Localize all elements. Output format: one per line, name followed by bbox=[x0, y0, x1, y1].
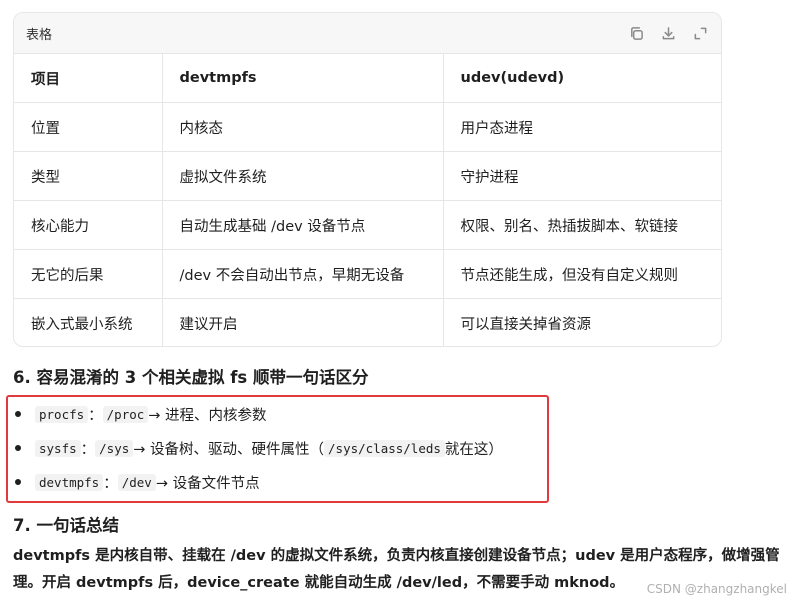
separator: ： bbox=[88, 407, 103, 424]
table-cell: 核心能力 bbox=[14, 200, 163, 250]
fs-list: procfs ： /proc → 进程、内核参数 sysfs ： /sys → … bbox=[13, 397, 503, 499]
column-header: devtmpfs bbox=[162, 54, 444, 103]
section-6-heading: 6. 容易混淆的 3 个相关虚拟 fs 顺带一句话区分 bbox=[13, 368, 369, 387]
column-header: udev(udevd) bbox=[443, 54, 721, 103]
bullet-icon bbox=[15, 445, 21, 451]
table-cell: 权限、别名、热插拔脚本、软链接 bbox=[443, 200, 721, 250]
item-description: → 设备树、驱动、硬件属性（ bbox=[133, 441, 325, 458]
item-description: 就在这） bbox=[444, 441, 503, 458]
table-card: 表格 项目 devtmpfs udev(udevd) 位置 内核态 用户态进程 … bbox=[13, 12, 722, 347]
table-row: 位置 内核态 用户态进程 bbox=[14, 102, 721, 152]
table-cell: 节点还能生成，但没有自定义规则 bbox=[443, 249, 721, 299]
list-item: sysfs ： /sys → 设备树、驱动、硬件属性（ /sys/class/l… bbox=[13, 431, 503, 465]
item-description: → 设备文件节点 bbox=[155, 475, 260, 492]
table-row: 核心能力 自动生成基础 /dev 设备节点 权限、别名、热插拔脚本、软链接 bbox=[14, 200, 721, 250]
expand-icon bbox=[694, 27, 706, 39]
table-cell: 类型 bbox=[14, 151, 163, 201]
section-7-heading: 7. 一句话总结 bbox=[13, 516, 119, 535]
list-item: procfs ： /proc → 进程、内核参数 bbox=[13, 397, 503, 431]
table-cell: 守护进程 bbox=[443, 151, 721, 201]
inline-code: /proc bbox=[102, 405, 149, 423]
column-header: 项目 bbox=[14, 54, 163, 103]
inline-code: sysfs bbox=[35, 439, 81, 457]
download-icon bbox=[662, 26, 674, 39]
download-button[interactable] bbox=[659, 24, 677, 42]
table-cell: 无它的后果 bbox=[14, 249, 163, 299]
copy-icon bbox=[630, 26, 643, 40]
data-table: 项目 devtmpfs udev(udevd) 位置 内核态 用户态进程 类型 … bbox=[14, 54, 721, 346]
expand-button[interactable] bbox=[691, 24, 709, 42]
table-cell: /dev 不会自动出节点，早期无设备 bbox=[162, 249, 444, 299]
table-cell: 位置 bbox=[14, 102, 163, 152]
table-row: 嵌入式最小系统 建议开启 可以直接关掉省资源 bbox=[14, 298, 721, 346]
table-cell: 虚拟文件系统 bbox=[162, 151, 444, 201]
table-header-row: 项目 devtmpfs udev(udevd) bbox=[14, 54, 721, 103]
table-cell: 内核态 bbox=[162, 102, 444, 152]
table-toolbar bbox=[627, 24, 709, 42]
table-cell: 可以直接关掉省资源 bbox=[460, 316, 592, 333]
table-cell: 用户态进程 bbox=[443, 102, 721, 152]
inline-code: devtmpfs bbox=[35, 473, 104, 491]
inline-code: /sys bbox=[95, 439, 134, 457]
table-card-header: 表格 bbox=[14, 13, 721, 54]
table-row: 无它的后果 /dev 不会自动出节点，早期无设备 节点还能生成，但没有自定义规则 bbox=[14, 249, 721, 299]
bullet-icon bbox=[15, 411, 21, 417]
table-row: 类型 虚拟文件系统 守护进程 bbox=[14, 151, 721, 201]
inline-code: procfs bbox=[35, 405, 89, 423]
table-title: 表格 bbox=[26, 27, 53, 43]
bullet-icon bbox=[15, 479, 21, 485]
list-item: devtmpfs ： /dev → 设备文件节点 bbox=[13, 465, 503, 499]
separator: ： bbox=[80, 441, 96, 458]
inline-code: /dev bbox=[117, 473, 156, 491]
item-description: → 进程、内核参数 bbox=[148, 407, 267, 424]
copy-button[interactable] bbox=[627, 24, 645, 42]
inline-code: /sys/class/leds bbox=[324, 439, 445, 457]
table-cell: 嵌入式最小系统 bbox=[14, 298, 163, 346]
table-cell: 建议开启 bbox=[162, 298, 444, 346]
watermark: CSDN @zhangzhangkel bbox=[646, 582, 787, 596]
separator: ： bbox=[103, 475, 118, 492]
table-cell: 自动生成基础 /dev 设备节点 bbox=[162, 200, 444, 250]
